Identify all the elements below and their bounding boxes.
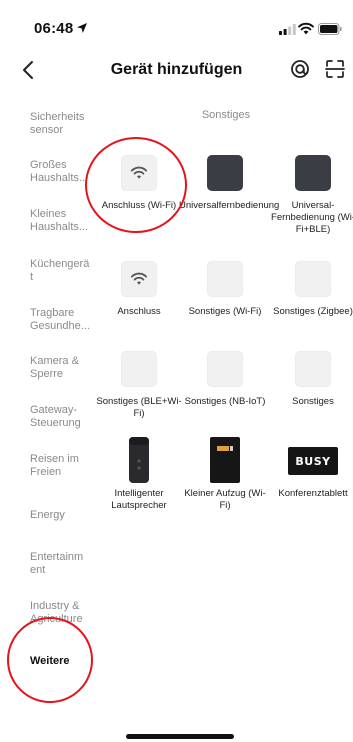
sidebar-item-tragbare-gesundheit[interactable]: Tragbare Gesundhe...: [30, 307, 94, 332]
device-intelligenter-lautsprecher[interactable]: Intelligenter Lautsprecher: [93, 437, 185, 517]
device-label: Sonstiges: [292, 396, 334, 407]
device-kleiner-aufzug-wifi[interactable]: Kleiner Aufzug (Wi-Fi): [179, 437, 271, 517]
remote-icon: [207, 155, 243, 191]
nav-bar: Gerät hinzufügen: [0, 50, 353, 90]
generic-device-icon: [121, 351, 157, 387]
device-label: Konferenztablett: [278, 488, 348, 499]
device-label: Anschluss: [117, 306, 161, 317]
wifi-icon: [130, 272, 148, 285]
device-label: Intelligenter Lautsprecher: [111, 488, 167, 511]
status-time: 06:48: [34, 20, 74, 37]
sidebar-item-kuechengeraet[interactable]: Küchengerä t: [30, 258, 94, 283]
device-tile: [121, 155, 157, 191]
wifi-icon: [130, 166, 148, 179]
device-universalfernbedienung[interactable]: Universalfernbedienung: [179, 155, 280, 225]
device-tile: [121, 261, 157, 297]
sidebar-item-weitere[interactable]: Weitere: [30, 655, 94, 668]
device-label: Universal-Fernbedienung (Wi-Fi+BLE): [271, 200, 353, 235]
device-sonstiges-nb-iot[interactable]: Sonstiges (NB-IoT): [179, 351, 271, 423]
battery-icon: [318, 23, 342, 35]
device-sonstiges-wifi[interactable]: Sonstiges (Wi-Fi): [179, 261, 271, 333]
category-sidebar: Sicherheits sensor Großes Haushalts... K…: [0, 96, 100, 716]
busy-badge-text: BUSY: [295, 454, 331, 468]
generic-device-icon: [295, 261, 331, 297]
scan-icon[interactable]: [325, 59, 345, 79]
sidebar-item-kleines-haushaltsgeraet[interactable]: Kleines Haushalts...: [30, 208, 94, 233]
device-sonstiges-zigbee[interactable]: Sonstiges (Zigbee): [267, 261, 353, 333]
device-sonstiges[interactable]: Sonstiges: [267, 351, 353, 411]
section-title: Sonstiges: [201, 109, 251, 121]
device-label: Sonstiges (NB-IoT): [184, 396, 266, 407]
smart-speaker-icon: [129, 437, 149, 483]
device-label: Sonstiges (BLE+Wi-Fi): [96, 396, 182, 419]
sidebar-item-gateway-steuerung[interactable]: Gateway-Steuerung: [30, 404, 94, 429]
device-konferenztablett[interactable]: BUSY Konferenztablett: [267, 437, 353, 505]
device-anschluss-wifi[interactable]: Anschluss (Wi-Fi): [93, 155, 185, 225]
sidebar-item-sicherheitssensor[interactable]: Sicherheits sensor: [30, 111, 94, 136]
status-bar: 06:48: [0, 0, 353, 44]
device-universal-fernbedienung-wifi-ble[interactable]: Universal-Fernbedienung (Wi-Fi+BLE): [267, 155, 353, 239]
device-label: Anschluss (Wi-Fi): [101, 200, 177, 211]
wifi-status-icon: [298, 22, 314, 35]
location-target-icon[interactable]: [290, 59, 310, 79]
sidebar-item-kamera-sperre[interactable]: Kamera & Sperre: [30, 355, 94, 380]
cellular-signal-icon: [279, 24, 296, 35]
remote-icon: [295, 155, 331, 191]
sidebar-item-reisen-im-freien[interactable]: Reisen im Freien: [30, 453, 94, 478]
generic-device-icon: [207, 351, 243, 387]
device-label: Sonstiges (Wi-Fi): [188, 306, 262, 317]
sidebar-item-grosses-haushaltsgeraet[interactable]: Großes Haushalts...: [30, 159, 94, 184]
device-label: Kleiner Aufzug (Wi-Fi): [184, 488, 266, 511]
generic-device-icon: [295, 351, 331, 387]
sidebar-item-entertainment[interactable]: Entertainm ent: [30, 551, 94, 576]
device-label: Universalfernbedienung: [179, 200, 280, 211]
busy-tablet-icon: BUSY: [288, 447, 338, 475]
device-sonstiges-ble-wifi[interactable]: Sonstiges (BLE+Wi-Fi): [93, 351, 185, 423]
device-anschluss[interactable]: Anschluss: [93, 261, 185, 321]
device-label: Sonstiges (Zigbee): [273, 306, 353, 317]
sidebar-item-industry-agriculture[interactable]: Industry & Agriculture: [30, 600, 94, 625]
location-arrow-icon: [77, 23, 87, 33]
generic-device-icon: [207, 261, 243, 297]
sidebar-item-energy[interactable]: Energy: [30, 509, 94, 522]
elevator-icon: [210, 437, 240, 483]
home-indicator: [126, 734, 234, 739]
